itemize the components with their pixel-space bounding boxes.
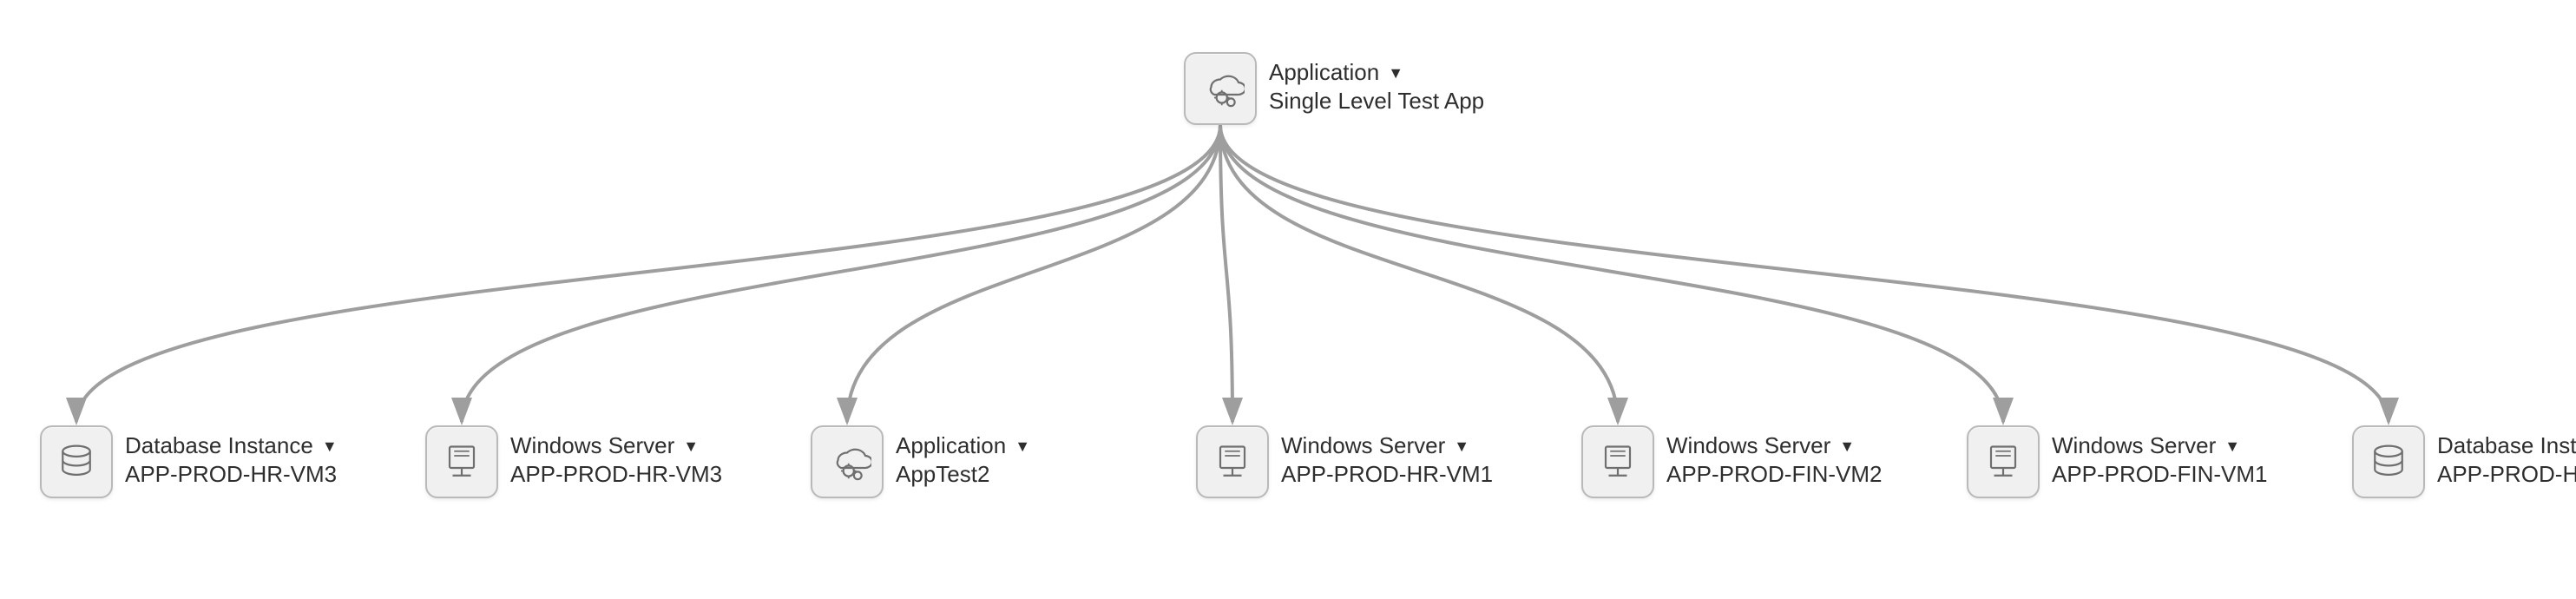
child-label-block: Database Instance ▼ APP-PROD-HR-VM3 bbox=[125, 425, 338, 488]
child-node[interactable]: Windows Server ▼ APP-PROD-HR-VM3 bbox=[425, 425, 722, 498]
child-node[interactable]: Windows Server ▼ APP-PROD-HR-VM1 bbox=[1196, 425, 1493, 498]
connector-edge bbox=[1220, 125, 2389, 422]
child-type-label: Database Instance bbox=[125, 432, 313, 459]
chevron-down-icon[interactable]: ▼ bbox=[322, 438, 338, 454]
chevron-down-icon[interactable]: ▼ bbox=[2224, 438, 2240, 454]
child-node[interactable]: Windows Server ▼ APP-PROD-FIN-VM1 bbox=[1967, 425, 2267, 498]
child-node[interactable]: Windows Server ▼ APP-PROD-FIN-VM2 bbox=[1581, 425, 1882, 498]
child-label-block: Database Instance ▼ APP-PROD-HR-VM1 bbox=[2437, 425, 2576, 488]
child-label-block: Windows Server ▼ APP-PROD-HR-VM1 bbox=[1281, 425, 1493, 488]
child-label-block: Windows Server ▼ APP-PROD-FIN-VM1 bbox=[2052, 425, 2267, 488]
server-icon[interactable] bbox=[1196, 425, 1269, 498]
child-type-label: Application bbox=[896, 432, 1006, 459]
database-icon[interactable] bbox=[2352, 425, 2425, 498]
server-icon[interactable] bbox=[1581, 425, 1654, 498]
child-type-label: Database Instance bbox=[2437, 432, 2576, 459]
connector-edge bbox=[847, 125, 1220, 422]
child-name-label: APP-PROD-HR-VM1 bbox=[2437, 461, 2576, 488]
server-icon[interactable] bbox=[425, 425, 498, 498]
child-label-block: Windows Server ▼ APP-PROD-FIN-VM2 bbox=[1666, 425, 1882, 488]
child-type-label: Windows Server bbox=[1666, 432, 1830, 459]
chevron-down-icon[interactable]: ▼ bbox=[1388, 65, 1403, 81]
child-node[interactable]: Database Instance ▼ APP-PROD-HR-VM1 bbox=[2352, 425, 2576, 498]
connector-edge bbox=[1220, 125, 1618, 422]
child-name-label: APP-PROD-HR-VM1 bbox=[1281, 461, 1493, 488]
child-type-label: Windows Server bbox=[2052, 432, 2216, 459]
chevron-down-icon[interactable]: ▼ bbox=[1454, 438, 1469, 454]
application-icon[interactable] bbox=[811, 425, 884, 498]
root-node[interactable]: Application ▼ Single Level Test App bbox=[1184, 52, 1484, 125]
child-type-label: Windows Server bbox=[510, 432, 674, 459]
connector-edge bbox=[1220, 125, 1232, 422]
child-type-label: Windows Server bbox=[1281, 432, 1445, 459]
database-icon[interactable] bbox=[40, 425, 113, 498]
chevron-down-icon[interactable]: ▼ bbox=[1839, 438, 1855, 454]
connector-edge bbox=[462, 125, 1220, 422]
root-name-label: Single Level Test App bbox=[1269, 88, 1484, 115]
child-label-block: Windows Server ▼ APP-PROD-HR-VM3 bbox=[510, 425, 722, 488]
application-icon[interactable] bbox=[1184, 52, 1257, 125]
connector-edge bbox=[1220, 125, 2003, 422]
chevron-down-icon[interactable]: ▼ bbox=[1015, 438, 1030, 454]
child-name-label: APP-PROD-HR-VM3 bbox=[125, 461, 338, 488]
child-name-label: APP-PROD-FIN-VM2 bbox=[1666, 461, 1882, 488]
root-label-block: Application ▼ Single Level Test App bbox=[1269, 52, 1484, 115]
server-icon[interactable] bbox=[1967, 425, 2040, 498]
child-name-label: APP-PROD-FIN-VM1 bbox=[2052, 461, 2267, 488]
child-node[interactable]: Application ▼ AppTest2 bbox=[811, 425, 1030, 498]
chevron-down-icon[interactable]: ▼ bbox=[683, 438, 699, 454]
connector-edge bbox=[76, 125, 1220, 422]
child-name-label: AppTest2 bbox=[896, 461, 1030, 488]
root-type-label: Application bbox=[1269, 59, 1379, 86]
child-label-block: Application ▼ AppTest2 bbox=[896, 425, 1030, 488]
child-name-label: APP-PROD-HR-VM3 bbox=[510, 461, 722, 488]
child-node[interactable]: Database Instance ▼ APP-PROD-HR-VM3 bbox=[40, 425, 338, 498]
